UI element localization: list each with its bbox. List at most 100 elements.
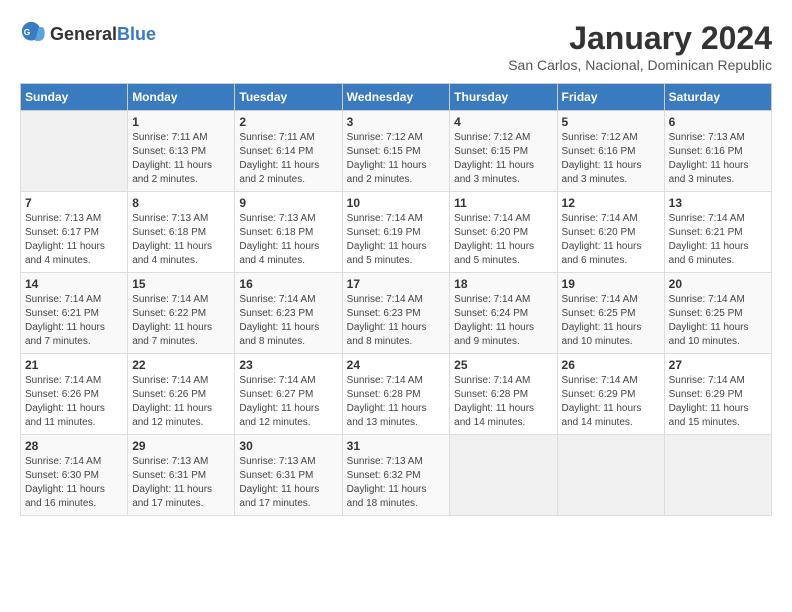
calendar-cell: 30 Sunrise: 7:13 AMSunset: 6:31 PMDaylig… — [235, 435, 342, 516]
day-number: 7 — [25, 196, 123, 210]
day-info: Sunrise: 7:11 AMSunset: 6:14 PMDaylight:… — [239, 131, 337, 187]
calendar-cell: 10 Sunrise: 7:14 AMSunset: 6:19 PMDaylig… — [342, 192, 450, 273]
day-number: 23 — [239, 358, 337, 372]
calendar-cell: 2 Sunrise: 7:11 AMSunset: 6:14 PMDayligh… — [235, 111, 342, 192]
calendar-cell: 31 Sunrise: 7:13 AMSunset: 6:32 PMDaylig… — [342, 435, 450, 516]
month-title: January 2024 — [508, 20, 772, 57]
calendar-cell: 18 Sunrise: 7:14 AMSunset: 6:24 PMDaylig… — [450, 273, 557, 354]
day-number: 22 — [132, 358, 230, 372]
calendar-cell: 27 Sunrise: 7:14 AMSunset: 6:29 PMDaylig… — [664, 354, 771, 435]
day-number: 16 — [239, 277, 337, 291]
day-number: 11 — [454, 196, 552, 210]
calendar-body: 1 Sunrise: 7:11 AMSunset: 6:13 PMDayligh… — [21, 111, 772, 516]
day-info: Sunrise: 7:13 AMSunset: 6:18 PMDaylight:… — [239, 212, 337, 268]
calendar-cell: 5 Sunrise: 7:12 AMSunset: 6:16 PMDayligh… — [557, 111, 664, 192]
calendar-week-1: 1 Sunrise: 7:11 AMSunset: 6:13 PMDayligh… — [21, 111, 772, 192]
day-number: 6 — [669, 115, 767, 129]
calendar-cell: 19 Sunrise: 7:14 AMSunset: 6:25 PMDaylig… — [557, 273, 664, 354]
day-number: 31 — [347, 439, 446, 453]
col-saturday: Saturday — [664, 84, 771, 111]
day-info: Sunrise: 7:14 AMSunset: 6:30 PMDaylight:… — [25, 455, 123, 511]
calendar-cell: 21 Sunrise: 7:14 AMSunset: 6:26 PMDaylig… — [21, 354, 128, 435]
calendar-cell — [664, 435, 771, 516]
day-info: Sunrise: 7:14 AMSunset: 6:24 PMDaylight:… — [454, 293, 552, 349]
col-monday: Monday — [128, 84, 235, 111]
day-number: 2 — [239, 115, 337, 129]
day-number: 13 — [669, 196, 767, 210]
calendar-cell: 20 Sunrise: 7:14 AMSunset: 6:25 PMDaylig… — [664, 273, 771, 354]
calendar-cell: 8 Sunrise: 7:13 AMSunset: 6:18 PMDayligh… — [128, 192, 235, 273]
calendar-cell: 25 Sunrise: 7:14 AMSunset: 6:28 PMDaylig… — [450, 354, 557, 435]
calendar-cell: 3 Sunrise: 7:12 AMSunset: 6:15 PMDayligh… — [342, 111, 450, 192]
header-row: Sunday Monday Tuesday Wednesday Thursday… — [21, 84, 772, 111]
day-info: Sunrise: 7:14 AMSunset: 6:19 PMDaylight:… — [347, 212, 446, 268]
day-info: Sunrise: 7:14 AMSunset: 6:20 PMDaylight:… — [454, 212, 552, 268]
col-tuesday: Tuesday — [235, 84, 342, 111]
calendar-week-5: 28 Sunrise: 7:14 AMSunset: 6:30 PMDaylig… — [21, 435, 772, 516]
calendar-cell — [557, 435, 664, 516]
calendar-week-3: 14 Sunrise: 7:14 AMSunset: 6:21 PMDaylig… — [21, 273, 772, 354]
col-friday: Friday — [557, 84, 664, 111]
col-thursday: Thursday — [450, 84, 557, 111]
title-block: January 2024 San Carlos, Nacional, Domin… — [508, 20, 772, 73]
day-number: 30 — [239, 439, 337, 453]
day-number: 14 — [25, 277, 123, 291]
day-info: Sunrise: 7:14 AMSunset: 6:25 PMDaylight:… — [562, 293, 660, 349]
day-info: Sunrise: 7:12 AMSunset: 6:15 PMDaylight:… — [347, 131, 446, 187]
calendar-cell: 29 Sunrise: 7:13 AMSunset: 6:31 PMDaylig… — [128, 435, 235, 516]
day-number: 4 — [454, 115, 552, 129]
day-info: Sunrise: 7:14 AMSunset: 6:28 PMDaylight:… — [454, 374, 552, 430]
day-number: 21 — [25, 358, 123, 372]
logo: G GeneralBlue — [20, 20, 156, 48]
page-header: G GeneralBlue January 2024 San Carlos, N… — [20, 20, 772, 73]
day-number: 15 — [132, 277, 230, 291]
calendar-cell: 11 Sunrise: 7:14 AMSunset: 6:20 PMDaylig… — [450, 192, 557, 273]
day-info: Sunrise: 7:14 AMSunset: 6:21 PMDaylight:… — [25, 293, 123, 349]
logo-general: General — [50, 24, 117, 45]
calendar-cell: 17 Sunrise: 7:14 AMSunset: 6:23 PMDaylig… — [342, 273, 450, 354]
calendar-table: Sunday Monday Tuesday Wednesday Thursday… — [20, 83, 772, 516]
calendar-week-2: 7 Sunrise: 7:13 AMSunset: 6:17 PMDayligh… — [21, 192, 772, 273]
day-info: Sunrise: 7:11 AMSunset: 6:13 PMDaylight:… — [132, 131, 230, 187]
day-number: 28 — [25, 439, 123, 453]
day-number: 12 — [562, 196, 660, 210]
day-info: Sunrise: 7:14 AMSunset: 6:26 PMDaylight:… — [25, 374, 123, 430]
day-number: 3 — [347, 115, 446, 129]
calendar-cell — [450, 435, 557, 516]
col-sunday: Sunday — [21, 84, 128, 111]
day-info: Sunrise: 7:14 AMSunset: 6:26 PMDaylight:… — [132, 374, 230, 430]
day-info: Sunrise: 7:12 AMSunset: 6:15 PMDaylight:… — [454, 131, 552, 187]
day-number: 5 — [562, 115, 660, 129]
day-number: 20 — [669, 277, 767, 291]
calendar-header: Sunday Monday Tuesday Wednesday Thursday… — [21, 84, 772, 111]
calendar-cell: 22 Sunrise: 7:14 AMSunset: 6:26 PMDaylig… — [128, 354, 235, 435]
day-number: 19 — [562, 277, 660, 291]
logo-icon: G — [20, 20, 48, 48]
day-info: Sunrise: 7:14 AMSunset: 6:27 PMDaylight:… — [239, 374, 337, 430]
day-info: Sunrise: 7:14 AMSunset: 6:25 PMDaylight:… — [669, 293, 767, 349]
day-number: 9 — [239, 196, 337, 210]
day-info: Sunrise: 7:13 AMSunset: 6:16 PMDaylight:… — [669, 131, 767, 187]
calendar-cell: 15 Sunrise: 7:14 AMSunset: 6:22 PMDaylig… — [128, 273, 235, 354]
day-info: Sunrise: 7:14 AMSunset: 6:20 PMDaylight:… — [562, 212, 660, 268]
calendar-cell: 9 Sunrise: 7:13 AMSunset: 6:18 PMDayligh… — [235, 192, 342, 273]
day-number: 27 — [669, 358, 767, 372]
col-wednesday: Wednesday — [342, 84, 450, 111]
day-info: Sunrise: 7:14 AMSunset: 6:28 PMDaylight:… — [347, 374, 446, 430]
calendar-cell: 1 Sunrise: 7:11 AMSunset: 6:13 PMDayligh… — [128, 111, 235, 192]
logo-blue: Blue — [117, 24, 156, 45]
day-info: Sunrise: 7:13 AMSunset: 6:31 PMDaylight:… — [239, 455, 337, 511]
day-info: Sunrise: 7:14 AMSunset: 6:23 PMDaylight:… — [347, 293, 446, 349]
calendar-week-4: 21 Sunrise: 7:14 AMSunset: 6:26 PMDaylig… — [21, 354, 772, 435]
calendar-cell: 16 Sunrise: 7:14 AMSunset: 6:23 PMDaylig… — [235, 273, 342, 354]
calendar-cell: 26 Sunrise: 7:14 AMSunset: 6:29 PMDaylig… — [557, 354, 664, 435]
calendar-cell: 24 Sunrise: 7:14 AMSunset: 6:28 PMDaylig… — [342, 354, 450, 435]
day-info: Sunrise: 7:14 AMSunset: 6:29 PMDaylight:… — [562, 374, 660, 430]
day-info: Sunrise: 7:13 AMSunset: 6:32 PMDaylight:… — [347, 455, 446, 511]
calendar-cell: 7 Sunrise: 7:13 AMSunset: 6:17 PMDayligh… — [21, 192, 128, 273]
day-info: Sunrise: 7:14 AMSunset: 6:23 PMDaylight:… — [239, 293, 337, 349]
calendar-cell: 14 Sunrise: 7:14 AMSunset: 6:21 PMDaylig… — [21, 273, 128, 354]
day-info: Sunrise: 7:14 AMSunset: 6:22 PMDaylight:… — [132, 293, 230, 349]
calendar-cell: 4 Sunrise: 7:12 AMSunset: 6:15 PMDayligh… — [450, 111, 557, 192]
day-info: Sunrise: 7:12 AMSunset: 6:16 PMDaylight:… — [562, 131, 660, 187]
